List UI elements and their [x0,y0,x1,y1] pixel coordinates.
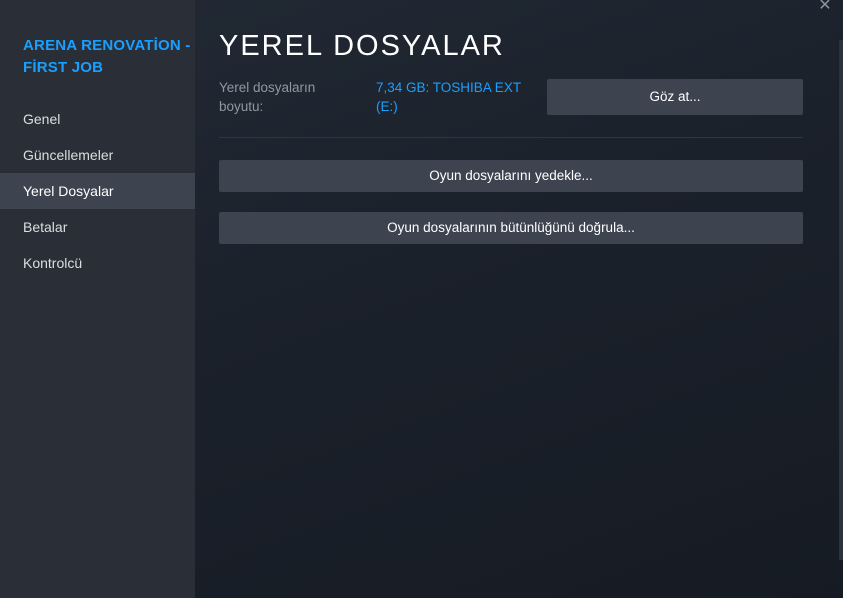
sidebar-item-updates[interactable]: Güncellemeler [0,137,195,173]
page-title: YEREL DOSYALAR [219,30,505,62]
game-title: ARENA RENOVATİON - FİRST JOB [23,37,191,76]
local-files-size-label: Yerel dosyaların boyutu: [219,80,316,114]
sidebar-item-controller[interactable]: Kontrolcü [0,245,195,281]
sidebar: ARENA RENOVATİON - FİRST JOB Genel Günce… [0,0,195,598]
browse-button[interactable]: Göz at... [547,79,803,115]
sidebar-item-general[interactable]: Genel [0,101,195,137]
main-panel: ✕ YEREL DOSYALAR Yerel dosyaların boyutu… [195,0,843,598]
verify-integrity-button[interactable]: Oyun dosyalarının bütünlüğünü doğrula... [219,212,803,244]
sidebar-item-local-files[interactable]: Yerel Dosyalar [0,173,195,209]
scrollbar-track[interactable] [839,40,843,560]
local-files-size-value: 7,34 GB: TOSHIBA EXT (E:) [376,80,521,114]
sidebar-nav: Genel Güncellemeler Yerel Dosyalar Betal… [0,101,195,281]
backup-game-files-button[interactable]: Oyun dosyalarını yedekle... [219,160,803,192]
properties-window: ARENA RENOVATİON - FİRST JOB Genel Günce… [0,0,843,598]
sidebar-item-betas[interactable]: Betalar [0,209,195,245]
close-icon[interactable]: ✕ [817,0,833,14]
divider [219,137,803,138]
